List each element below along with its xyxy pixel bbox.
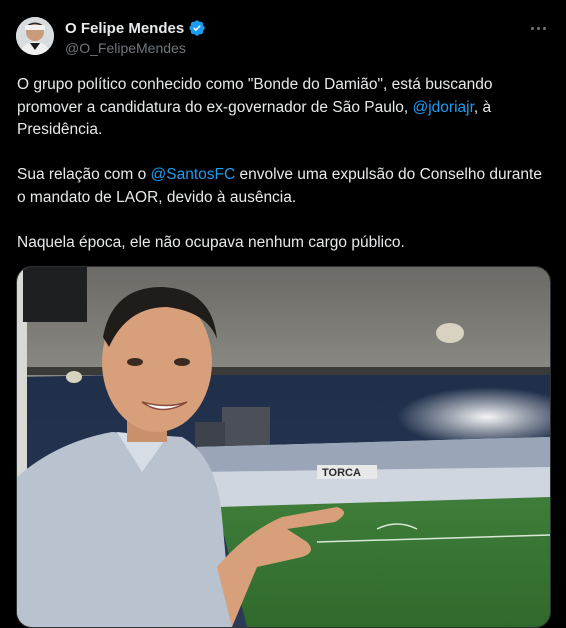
mention-link[interactable]: @SantosFC [151,166,236,183]
mention-link[interactable]: @jdoriajr [413,99,474,116]
author-display-name[interactable]: O Felipe Mendes [65,20,184,37]
author-avatar[interactable] [16,17,54,55]
more-options-button[interactable] [528,18,548,38]
tweet-photo[interactable]: TORCA [16,266,551,628]
tweet-text: O grupo político conhecido como "Bonde d… [17,74,547,277]
tweet-paragraph: Sua relação com o @SantosFC envolve uma … [17,166,542,206]
photo-stadium-selfie: TORCA [17,267,550,627]
more-horizontal-icon [530,26,534,30]
verified-badge-icon [188,19,206,37]
stadium-banner: TORCA [322,467,361,479]
author-info: O Felipe Mendes @O_FelipeMendes [65,18,206,56]
tweet: O Felipe Mendes @O_FelipeMendes O grupo … [0,0,566,628]
author-handle[interactable]: @O_FelipeMendes [65,40,206,56]
tweet-paragraph: Naquela época, ele não ocupava nenhum ca… [17,233,405,251]
tweet-paragraph: O grupo político conhecido como "Bonde d… [17,76,493,138]
